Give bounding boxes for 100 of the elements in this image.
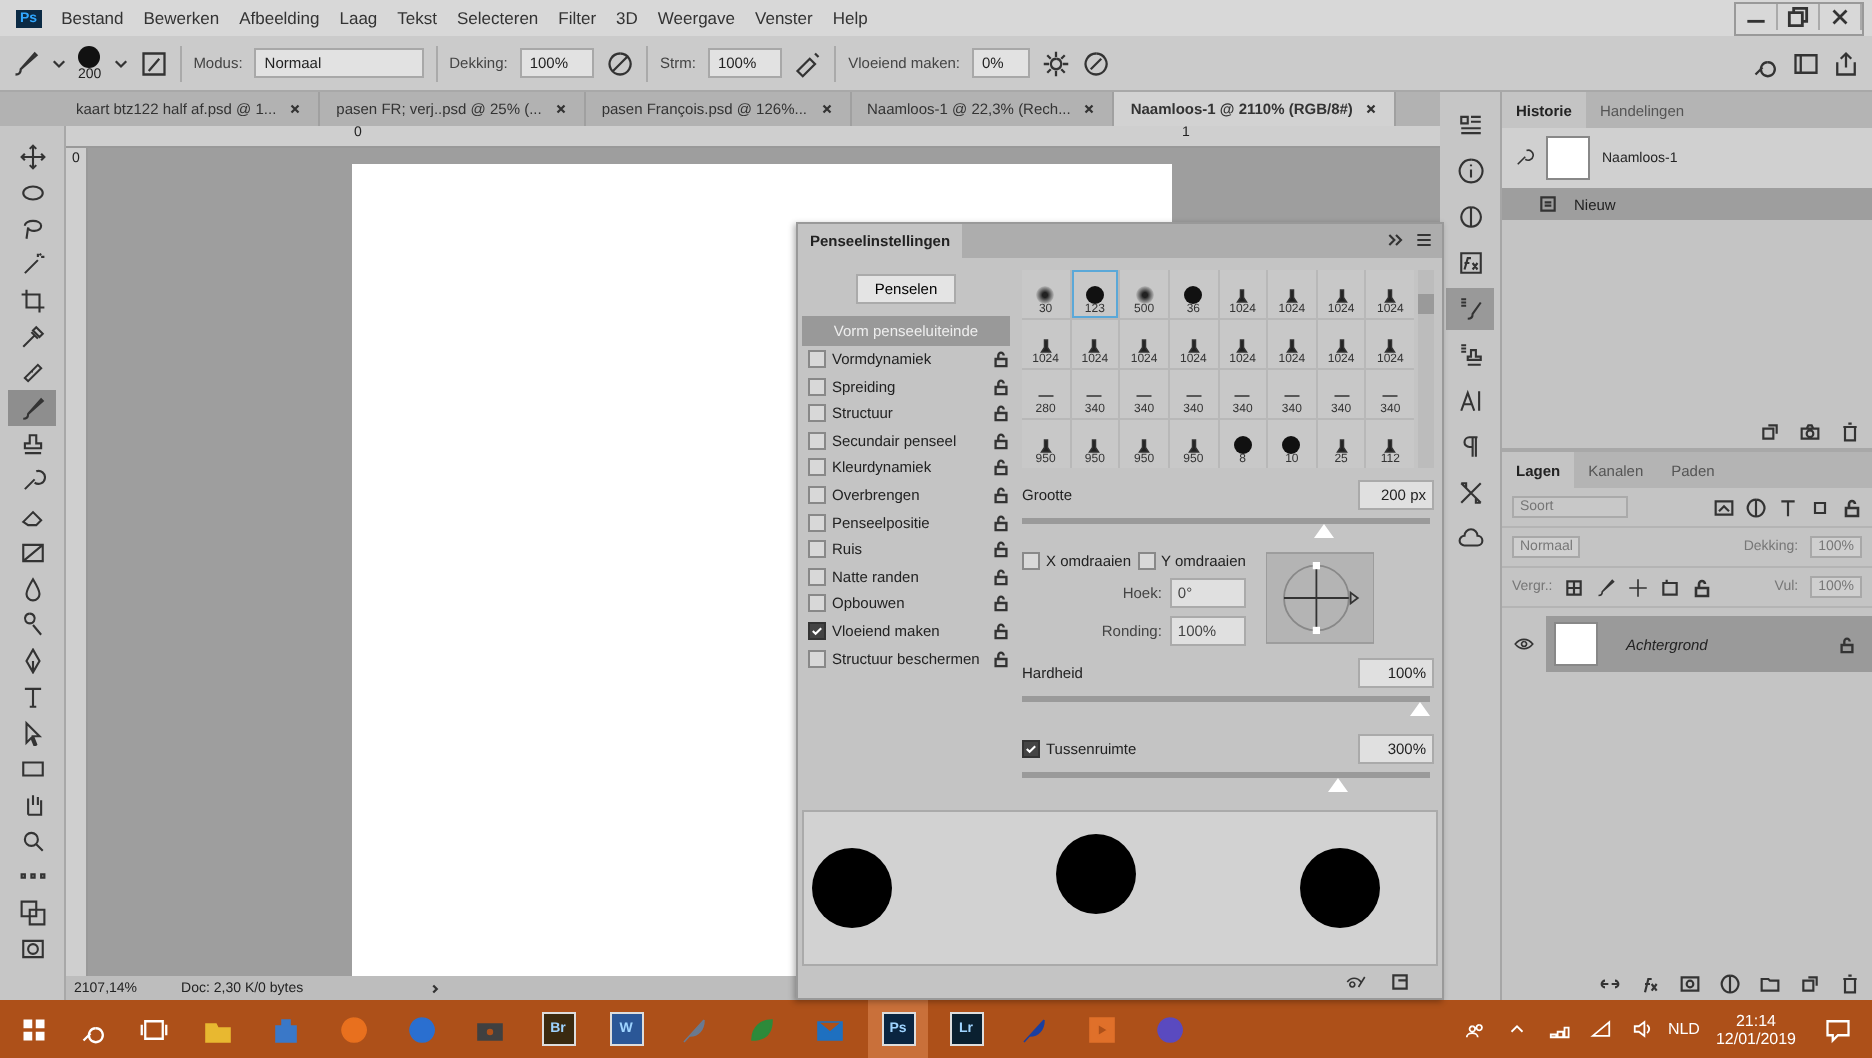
- panel-button[interactable]: [1446, 288, 1494, 330]
- close-icon[interactable]: [819, 102, 833, 116]
- trash-icon[interactable]: [1840, 974, 1860, 994]
- menu-item[interactable]: Tekst: [397, 8, 438, 28]
- checkbox[interactable]: [808, 567, 826, 586]
- color-swatches-icon: [19, 899, 45, 925]
- gear-icon[interactable]: [1041, 49, 1070, 77]
- menu-item[interactable]: Bestand: [61, 8, 124, 28]
- eye-icon[interactable]: [1514, 634, 1534, 654]
- angle-roundness-widget[interactable]: [1266, 551, 1374, 644]
- lock-icon[interactable]: [1692, 577, 1713, 597]
- checkbox[interactable]: [808, 458, 826, 477]
- close-icon[interactable]: [1082, 102, 1097, 116]
- brush-tip-icon[interactable]: [78, 45, 101, 67]
- menu-item[interactable]: Venster: [755, 8, 813, 28]
- checkbox[interactable]: [808, 404, 826, 423]
- lock-icon: [992, 594, 1010, 613]
- slider-thumb[interactable]: [1328, 777, 1349, 792]
- chevron-icon[interactable]: [427, 981, 442, 995]
- brush-icon[interactable]: [1596, 577, 1617, 597]
- soft-brush-icon: [1036, 285, 1055, 304]
- menu-item[interactable]: Bewerken: [143, 8, 220, 28]
- menu-item[interactable]: 3D: [616, 8, 638, 28]
- brush-panel-toggle-icon[interactable]: [139, 49, 168, 77]
- close-icon[interactable]: [1364, 102, 1379, 116]
- tool-button[interactable]: [8, 390, 56, 426]
- checkbox[interactable]: [1022, 739, 1040, 758]
- image-filter-icon[interactable]: [1714, 497, 1734, 517]
- lock-icon: [992, 485, 1010, 504]
- new-preset-icon[interactable]: [1390, 972, 1410, 993]
- link-icon[interactable]: [1600, 974, 1620, 994]
- checkbox[interactable]: [808, 594, 826, 613]
- scrollbar[interactable]: [1418, 269, 1434, 468]
- menu-item[interactable]: Laag: [339, 8, 378, 28]
- lock-icon: [992, 513, 1010, 532]
- character-icon: [1457, 388, 1483, 414]
- airbrush-icon[interactable]: [794, 49, 823, 77]
- menu-icon[interactable]: [1414, 230, 1434, 251]
- camera-icon[interactable]: [1800, 422, 1820, 442]
- history-brush-icon: [19, 467, 45, 493]
- checkbox[interactable]: [808, 621, 826, 640]
- menu-item[interactable]: Help: [832, 8, 868, 28]
- quick-mask-icon: [19, 935, 45, 961]
- soft-brush-icon: [1135, 285, 1154, 304]
- clock-time[interactable]: 21:14: [1735, 1011, 1776, 1029]
- bandage-icon: [19, 359, 45, 385]
- fx-icon[interactable]: [1640, 974, 1660, 994]
- eye-brush-icon[interactable]: [1346, 972, 1366, 993]
- language-indicator[interactable]: NLD: [1667, 1020, 1700, 1038]
- close-icon[interactable]: [553, 102, 568, 116]
- menu-item[interactable]: Filter: [558, 8, 597, 28]
- menu-item[interactable]: Selecteren: [457, 8, 539, 28]
- lock-icon: [992, 404, 1010, 423]
- hard-brush-icon: [1085, 285, 1104, 304]
- type-filter-icon[interactable]: [1778, 497, 1798, 517]
- lock-icon[interactable]: [1838, 635, 1856, 653]
- lasso-icon: [19, 215, 45, 241]
- gradient-icon: [19, 539, 45, 565]
- checkbox[interactable]: [808, 540, 826, 559]
- layer-thumbnail: [1554, 622, 1598, 666]
- slider-thumb[interactable]: [1410, 701, 1430, 716]
- tools-icon: [1457, 480, 1483, 506]
- new-layer-icon[interactable]: [1800, 974, 1820, 994]
- checkbox[interactable]: [808, 649, 826, 668]
- checkbox[interactable]: [1137, 551, 1156, 570]
- mask-icon[interactable]: [1680, 974, 1700, 994]
- lock-pixels-icon[interactable]: [1564, 577, 1585, 597]
- move-icon: [19, 143, 45, 169]
- checkbox[interactable]: [808, 485, 826, 504]
- caret-icon[interactable]: [52, 56, 66, 70]
- artboard-icon[interactable]: [1660, 577, 1681, 597]
- checkbox[interactable]: [808, 513, 826, 532]
- rectangle-icon: [19, 755, 45, 781]
- folder-icon[interactable]: [1760, 974, 1780, 994]
- snapshot-thumbnail: [1546, 136, 1590, 180]
- slider-thumb[interactable]: [1313, 523, 1333, 538]
- checkbox[interactable]: [808, 377, 826, 396]
- trash-icon[interactable]: [1840, 422, 1860, 442]
- checkbox[interactable]: [1022, 551, 1040, 570]
- lock-icon: [992, 431, 1010, 450]
- collapse-icon[interactable]: [1386, 230, 1406, 251]
- history-brush-icon[interactable]: [1514, 148, 1534, 168]
- hard-brush-icon: [1184, 285, 1203, 304]
- clock-date[interactable]: 12/01/2019: [1715, 1029, 1796, 1047]
- shape-filter-icon[interactable]: [1810, 497, 1830, 517]
- checkbox[interactable]: [808, 349, 826, 368]
- workspace-icon[interactable]: [1792, 49, 1820, 77]
- close-icon[interactable]: [288, 102, 303, 116]
- caret-icon[interactable]: [113, 56, 128, 70]
- checkbox[interactable]: [808, 431, 826, 450]
- brush-icon[interactable]: [12, 49, 40, 77]
- menu-item[interactable]: Weergave: [657, 8, 736, 28]
- preview-dot: [1300, 847, 1380, 928]
- menu-item[interactable]: Afbeelding: [239, 8, 320, 28]
- new-document-icon[interactable]: [1760, 422, 1780, 442]
- lock-icon[interactable]: [1842, 497, 1862, 517]
- stamp-icon: [1457, 342, 1483, 368]
- lock-icon: [992, 540, 1010, 559]
- move-icon[interactable]: [1628, 577, 1649, 597]
- share-icon[interactable]: [1832, 49, 1860, 77]
